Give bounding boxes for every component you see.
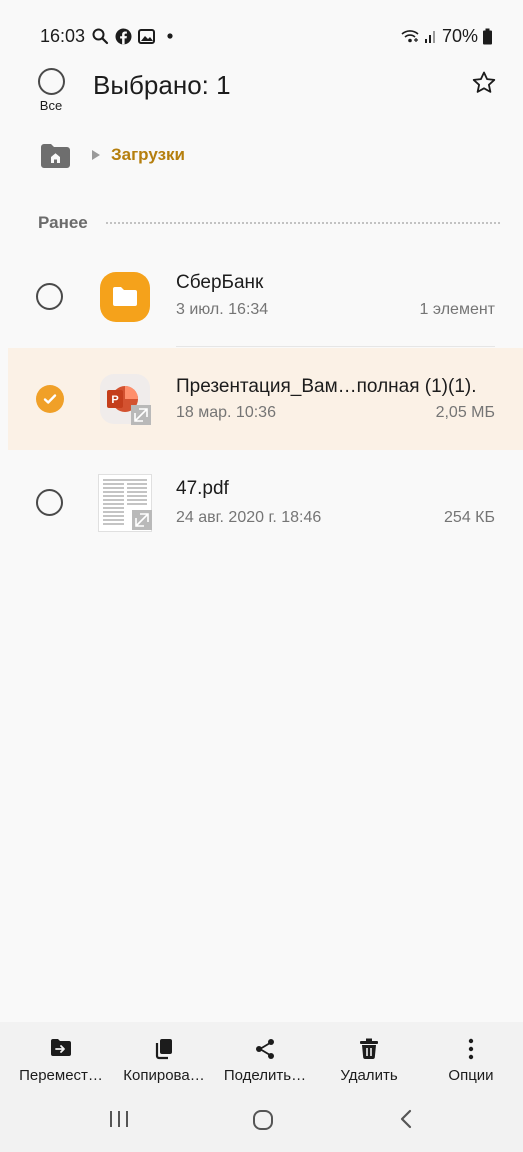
- file-row-pdf[interactable]: 47.pdf 24 авг. 2020 г. 18:46 254 КБ: [8, 452, 523, 552]
- share-label: Поделить…: [223, 1067, 307, 1084]
- signal-icon: [424, 28, 438, 44]
- status-time: 16:03: [40, 25, 86, 46]
- file-row-presentation[interactable]: P Презентация_Вам…полная (1)(1). 18 мар.…: [8, 348, 523, 450]
- status-bar: 16:03 70%: [0, 0, 523, 70]
- select-all-radio[interactable]: [37, 68, 65, 95]
- row-select-radio[interactable]: [36, 489, 63, 516]
- row-checked-icon[interactable]: [36, 385, 64, 413]
- file-date: 3 июл. 16:34: [176, 301, 269, 318]
- file-size: 2,05 МБ: [435, 404, 495, 421]
- section-label: Ранее: [38, 213, 88, 232]
- selection-header: Все Выбрано: 1: [0, 62, 523, 132]
- gallery-icon: [138, 28, 156, 44]
- dot-icon: [167, 33, 173, 39]
- row-select-radio[interactable]: [36, 283, 63, 310]
- move-icon: [10, 1038, 112, 1058]
- pdf-thumbnail-icon: [98, 474, 152, 532]
- section-header: Ранее: [38, 211, 500, 235]
- status-right: 70%: [400, 25, 493, 47]
- status-left: 16:03: [40, 25, 173, 47]
- file-date: 18 мар. 10:36: [176, 404, 276, 421]
- file-size: 254 КБ: [444, 509, 495, 526]
- powerpoint-icon: P: [98, 372, 152, 428]
- file-size: 1 элемент: [419, 301, 495, 318]
- recent-apps-icon[interactable]: [108, 1108, 130, 1130]
- home-icon[interactable]: [40, 142, 71, 169]
- share-icon: [214, 1038, 316, 1059]
- copy-icon: [113, 1038, 215, 1060]
- share-button[interactable]: Поделить…: [214, 1022, 316, 1092]
- file-name: 47.pdf: [176, 478, 229, 499]
- copy-label: Копирова…: [123, 1067, 205, 1084]
- wifi-icon: [400, 28, 420, 44]
- file-row-folder[interactable]: СберБанк 3 июл. 16:34 1 элемент: [8, 246, 523, 347]
- delete-label: Удалить: [340, 1067, 398, 1084]
- copy-button[interactable]: Копирова…: [113, 1022, 215, 1092]
- breadcrumb-arrow-icon: [91, 149, 101, 161]
- breadcrumb: Загрузки: [40, 140, 185, 170]
- row-divider: [176, 346, 495, 347]
- more-options-icon: [420, 1038, 522, 1060]
- breadcrumb-current[interactable]: Загрузки: [111, 145, 185, 165]
- move-label: Перемест…: [19, 1067, 103, 1084]
- battery-text: 70%: [441, 25, 478, 46]
- page-title: Выбрано: 1: [93, 70, 231, 100]
- search-icon: [91, 27, 109, 45]
- more-options-button[interactable]: Опции: [420, 1022, 522, 1092]
- section-divider: [105, 222, 500, 224]
- system-nav-bar: [0, 1092, 523, 1152]
- move-button[interactable]: Перемест…: [10, 1022, 112, 1092]
- more-options-label: Опции: [448, 1067, 494, 1084]
- select-all-label: Все: [39, 98, 63, 113]
- back-icon[interactable]: [398, 1108, 414, 1130]
- select-all-toggle[interactable]: Все: [36, 68, 66, 113]
- folder-icon: [98, 268, 152, 324]
- star-icon[interactable]: [471, 70, 497, 101]
- facebook-icon: [115, 28, 132, 45]
- svg-text:P: P: [111, 394, 118, 406]
- action-bar: Перемест… Копирова… Поделить… Удалить Оп…: [0, 1022, 523, 1092]
- file-name: СберБанк: [176, 272, 264, 293]
- battery-icon: [482, 28, 493, 45]
- home-nav-icon[interactable]: [251, 1108, 275, 1132]
- file-name: Презентация_Вам…полная (1)(1).: [176, 376, 477, 397]
- delete-button[interactable]: Удалить: [318, 1022, 420, 1092]
- file-date: 24 авг. 2020 г. 18:46: [176, 509, 322, 526]
- delete-icon: [318, 1038, 420, 1060]
